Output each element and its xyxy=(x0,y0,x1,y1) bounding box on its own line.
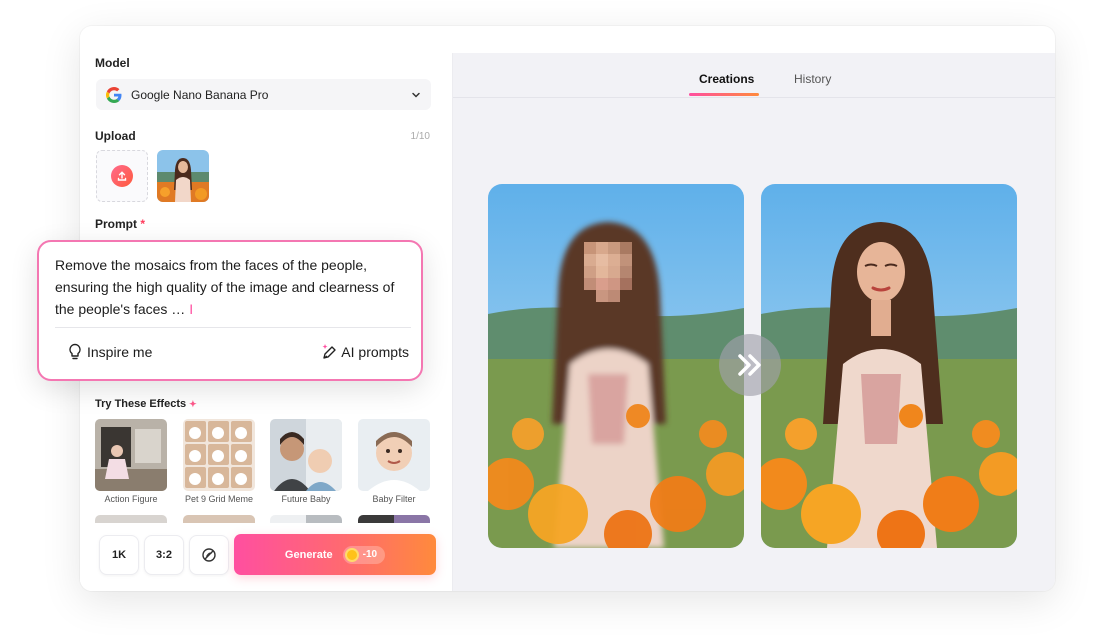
lightbulb-icon xyxy=(69,343,81,360)
effect-thumbnail xyxy=(183,419,255,491)
sparkle-icon: ✦ xyxy=(189,399,197,409)
no-style-icon xyxy=(202,548,216,562)
effect-future-baby[interactable]: Future Baby xyxy=(270,419,342,504)
effect-thumbnail xyxy=(270,419,342,491)
divider xyxy=(55,327,411,328)
aspect-ratio-button[interactable]: 3:2 xyxy=(144,535,184,575)
text-cursor: I xyxy=(189,301,194,317)
tab-history[interactable]: History xyxy=(794,72,831,86)
upload-count: 1/10 xyxy=(410,131,430,142)
upload-icon xyxy=(111,165,133,187)
model-label: Model xyxy=(95,56,130,70)
prompt-input-card[interactable]: Remove the mosaics from the faces of the… xyxy=(37,240,423,381)
coin-icon xyxy=(344,547,359,562)
style-button[interactable] xyxy=(189,535,229,575)
model-select-value: Google Nano Banana Pro xyxy=(131,87,269,102)
effect-label: Future Baby xyxy=(281,494,331,504)
required-marker: * xyxy=(140,217,146,231)
tab-bar: Creations History xyxy=(453,53,1055,98)
upload-label: Upload xyxy=(95,129,136,143)
prompt-text: Remove the mosaics from the faces of the… xyxy=(55,257,395,317)
effect-label: Action Figure xyxy=(104,494,158,504)
effect-pet-9-grid[interactable]: Pet 9 Grid Meme xyxy=(183,419,255,504)
after-image xyxy=(761,184,1017,548)
effect-label: Pet 9 Grid Meme xyxy=(184,494,254,504)
resolution-button[interactable]: 1K xyxy=(99,535,139,575)
credit-cost: -10 xyxy=(362,549,378,560)
google-icon xyxy=(106,86,122,103)
prompt-label: Prompt * xyxy=(95,217,145,231)
effect-action-figure[interactable]: Action Figure xyxy=(95,419,167,504)
inspire-me-label: Inspire me xyxy=(87,344,153,360)
generate-label: Generate xyxy=(284,548,333,561)
pen-sparkle-icon xyxy=(322,344,336,359)
inspire-me-button[interactable]: Inspire me xyxy=(67,343,152,361)
effects-label: Try These Effects ✦ xyxy=(95,398,197,410)
upload-dropzone[interactable] xyxy=(96,150,148,202)
effect-thumbnail xyxy=(95,419,167,491)
prompt-label-text: Prompt xyxy=(95,217,137,231)
compare-arrow-button[interactable] xyxy=(719,334,781,396)
generate-button[interactable]: Generate -10 xyxy=(234,534,436,575)
tab-creations[interactable]: Creations xyxy=(699,72,754,86)
uploaded-image-thumbnail[interactable] xyxy=(157,150,209,202)
effect-label: Baby Filter xyxy=(372,494,416,504)
effect-thumbnail xyxy=(358,419,430,491)
credit-cost-badge: -10 xyxy=(342,545,386,564)
active-tab-indicator xyxy=(689,93,759,96)
main-panel: Creations History xyxy=(452,53,1055,591)
before-image xyxy=(488,184,744,548)
model-select[interactable]: Google Nano Banana Pro xyxy=(96,79,431,110)
double-chevron-right-icon xyxy=(738,354,761,376)
prompt-textarea[interactable]: Remove the mosaics from the faces of the… xyxy=(55,254,410,320)
chevron-down-icon xyxy=(412,92,420,98)
effects-label-text: Try These Effects xyxy=(95,398,187,410)
ai-prompts-button[interactable]: AI prompts xyxy=(321,343,409,361)
ai-prompts-label: AI prompts xyxy=(341,344,409,360)
effect-baby-filter[interactable]: Baby Filter xyxy=(358,419,430,504)
